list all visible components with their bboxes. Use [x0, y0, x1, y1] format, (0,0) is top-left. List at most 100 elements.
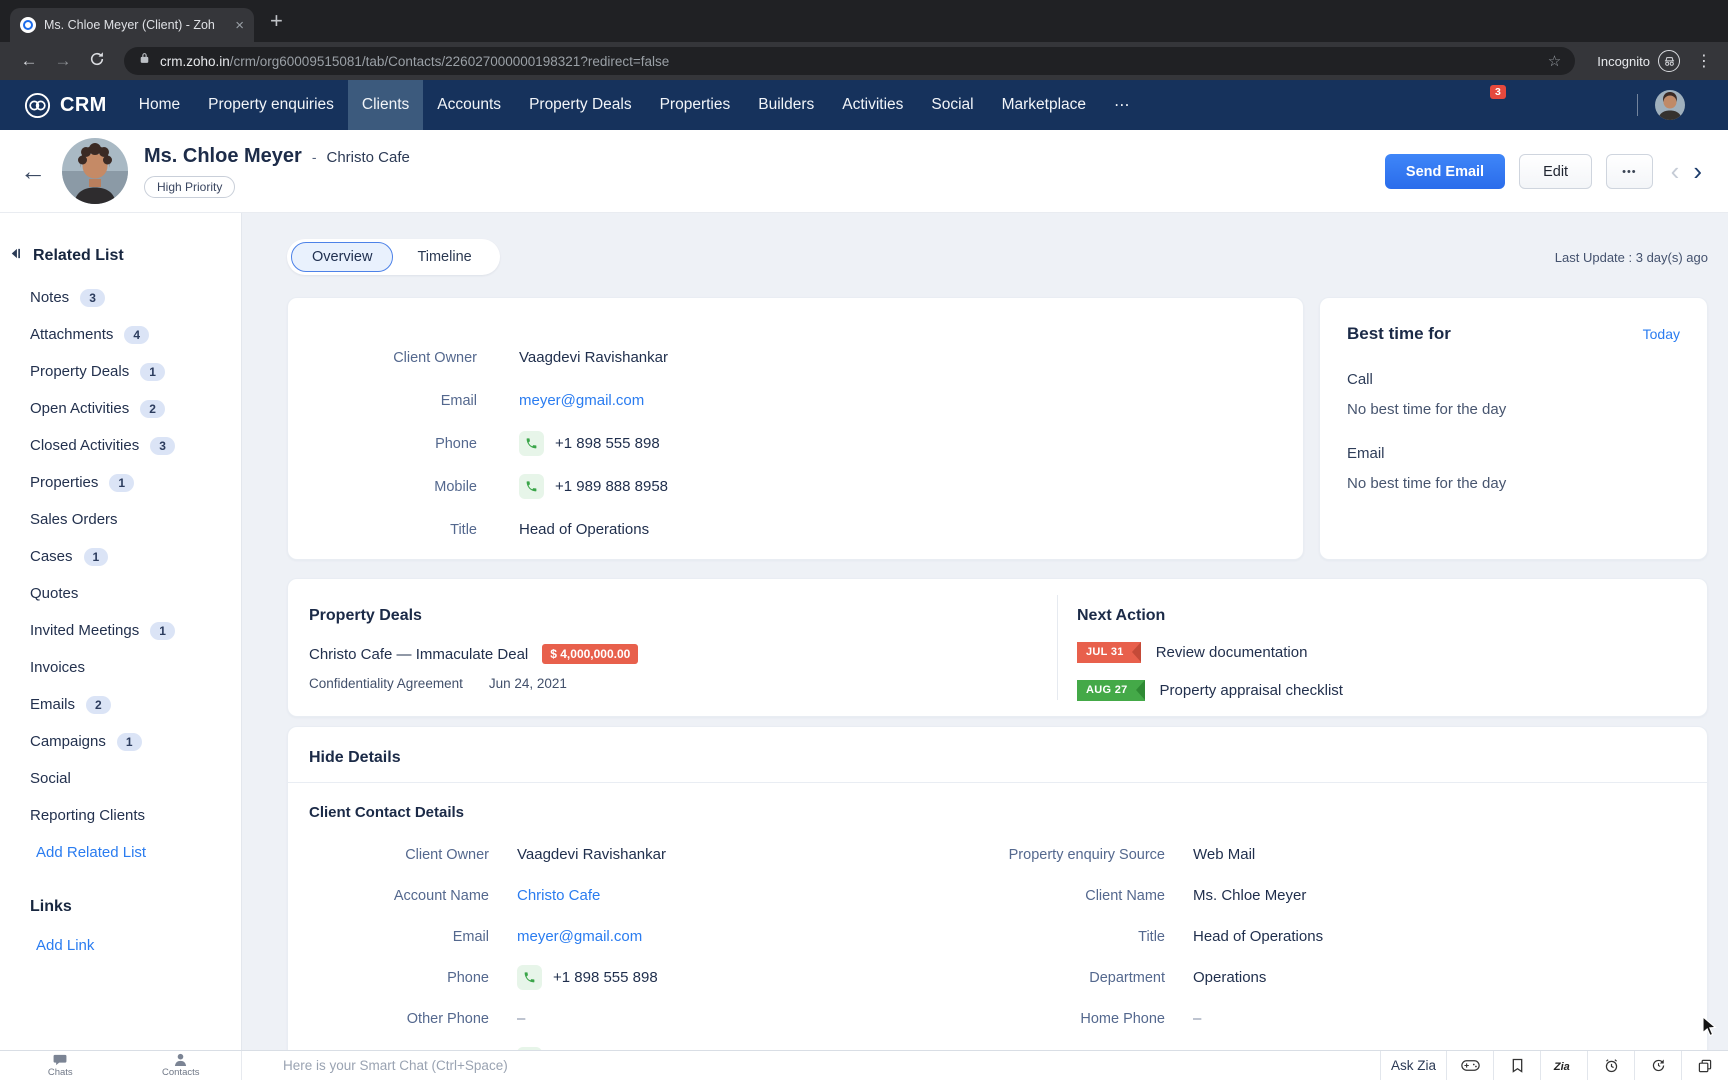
zia-icon[interactable]: Zia: [1540, 1051, 1587, 1080]
add-link-link[interactable]: Add Link: [0, 927, 241, 964]
notification-badge[interactable]: 3: [1490, 85, 1506, 99]
new-tab-button[interactable]: +: [270, 8, 283, 34]
nav-item-home[interactable]: Home: [125, 80, 194, 130]
hide-details-toggle[interactable]: Hide Details: [288, 727, 1707, 783]
related-list-title: Related List: [33, 247, 124, 265]
browser-reload-icon[interactable]: [82, 51, 112, 72]
next-action-item[interactable]: JUL 31Review documentation: [1077, 642, 1707, 663]
bookmark-icon[interactable]: [1493, 1051, 1540, 1080]
sidebar-item-property-deals[interactable]: Property Deals 1: [0, 353, 241, 390]
deal-name-link[interactable]: Christo Cafe — Immaculate Deal: [309, 646, 528, 663]
nav-item-property-enquiries[interactable]: Property enquiries: [194, 80, 348, 130]
deal-amount-badge: $ 4,000,000.00: [542, 644, 638, 664]
phone-icon[interactable]: [519, 431, 544, 456]
add-related-list-link[interactable]: Add Related List: [0, 834, 241, 871]
client-company[interactable]: Christo Cafe: [327, 149, 410, 166]
browser-forward-icon[interactable]: →: [48, 51, 78, 71]
due-date-ribbon: AUG 27: [1077, 680, 1145, 701]
nav-item-social[interactable]: Social: [917, 80, 987, 130]
field-value-email[interactable]: meyer@gmail.com: [517, 916, 899, 957]
sidebar-item-quotes[interactable]: Quotes: [0, 575, 241, 612]
record-header: ← Ms. Chloe Meyer - Christo Cafe High Pr…: [0, 130, 1728, 213]
next-action-title: Next Action: [1077, 607, 1707, 625]
phone-icon[interactable]: [517, 965, 542, 990]
address-bar[interactable]: crm.zoho.in/crm/org60009515081/tab/Conta…: [124, 47, 1575, 75]
nav-item-activities[interactable]: Activities: [828, 80, 917, 130]
copy-icon[interactable]: [1681, 1051, 1728, 1080]
back-arrow-icon[interactable]: ←: [20, 156, 46, 187]
gamepad-icon[interactable]: [1446, 1051, 1493, 1080]
count-badge: 1: [140, 363, 165, 381]
sidebar-item-invited-meetings[interactable]: Invited Meetings1: [0, 612, 241, 649]
bookmark-star-icon[interactable]: ☆: [1548, 52, 1561, 70]
best-time-today-link[interactable]: Today: [1643, 326, 1680, 342]
sidebar-item-properties[interactable]: Properties1: [0, 464, 241, 501]
history-icon[interactable]: [1634, 1051, 1681, 1080]
count-badge: 1: [150, 622, 175, 640]
nav-item-[interactable]: ⋯: [1100, 80, 1144, 130]
tab-close-icon[interactable]: ×: [235, 18, 244, 33]
chats-button[interactable]: Chats: [0, 1051, 121, 1080]
sidebar-item-social[interactable]: Social: [0, 760, 241, 797]
field-value-email[interactable]: meyer@gmail.com: [519, 392, 1303, 409]
sidebar-item-campaigns[interactable]: Campaigns1: [0, 723, 241, 760]
nav-item-marketplace[interactable]: Marketplace: [988, 80, 1100, 130]
field-value-client-name: Ms. Chloe Meyer: [1193, 875, 1707, 916]
field-value-account-name[interactable]: Christo Cafe: [517, 875, 899, 916]
app-navbar: CRM HomeProperty enquiriesClientsAccount…: [0, 80, 1728, 130]
priority-tag[interactable]: High Priority: [144, 176, 235, 198]
links-title: Links: [0, 887, 241, 927]
field-label-client-name: Client Name: [927, 875, 1165, 916]
details-card: Hide Details Client Contact Details Clie…: [287, 726, 1708, 1050]
tab-overview[interactable]: Overview: [291, 242, 393, 272]
browser-menu-icon[interactable]: ⋮: [1694, 51, 1714, 71]
sidebar-item-closed-activities[interactable]: Closed Activities3: [0, 427, 241, 464]
nav-item-property-deals[interactable]: Property Deals: [515, 80, 646, 130]
browser-back-icon[interactable]: ←: [14, 51, 44, 71]
count-badge: 3: [80, 289, 105, 307]
nav-item-properties[interactable]: Properties: [646, 80, 745, 130]
nav-item-clients[interactable]: Clients: [348, 80, 423, 130]
previous-record-icon[interactable]: ‹: [1671, 156, 1680, 187]
sidebar-item-label: Sales Orders: [30, 511, 118, 528]
sidebar-item-emails[interactable]: Emails2: [0, 686, 241, 723]
field-label-phone: Phone: [309, 957, 489, 998]
more-actions-button[interactable]: •••: [1606, 154, 1653, 189]
next-action-text: Property appraisal checklist: [1160, 682, 1343, 699]
field-value-other-phone: –: [517, 998, 899, 1039]
incognito-icon: [1658, 50, 1680, 72]
browser-tab[interactable]: Ms. Chloe Meyer (Client) - Zoh ×: [10, 8, 254, 42]
send-email-button[interactable]: Send Email: [1385, 154, 1505, 189]
property-deals-title: Property Deals: [309, 607, 1057, 625]
tab-timeline[interactable]: Timeline: [393, 243, 495, 271]
best-time-card: Best time for Today Call No best time fo…: [1319, 297, 1708, 560]
sidebar-item-label: Property Deals: [30, 363, 129, 380]
sidebar-item-cases[interactable]: Cases1: [0, 538, 241, 575]
nav-item-accounts[interactable]: Accounts: [423, 80, 515, 130]
edit-button[interactable]: Edit: [1519, 154, 1592, 189]
nav-item-builders[interactable]: Builders: [744, 80, 828, 130]
next-record-icon[interactable]: ›: [1693, 156, 1702, 187]
sidebar-item-open-activities[interactable]: Open Activities2: [0, 390, 241, 427]
client-photo: [62, 138, 128, 204]
ask-zia-button[interactable]: Ask Zia: [1380, 1051, 1446, 1080]
next-action-item[interactable]: AUG 27 Property appraisal checklist: [1077, 680, 1707, 701]
user-avatar[interactable]: [1655, 90, 1685, 120]
zoho-logo[interactable]: CRM: [24, 92, 107, 119]
field-label-title: Title: [927, 916, 1165, 957]
smart-chat-input[interactable]: Here is your Smart Chat (Ctrl+Space): [242, 1051, 1380, 1080]
field-value-property-enquiry-source: Web Mail: [1193, 834, 1707, 875]
phone-icon[interactable]: [519, 474, 544, 499]
sidebar-item-attachments[interactable]: Attachments4: [0, 316, 241, 353]
contacts-button[interactable]: Contacts: [121, 1051, 242, 1080]
sidebar-item-invoices[interactable]: Invoices: [0, 649, 241, 686]
collapse-panel-icon[interactable]: [9, 247, 22, 265]
sidebar-item-notes[interactable]: Notes 3: [0, 279, 241, 316]
field-label-client-owner: Client Owner: [309, 834, 489, 875]
sidebar-item-reporting-clients[interactable]: Reporting Clients: [0, 797, 241, 834]
count-badge: 4: [124, 326, 149, 344]
sidebar-item-sales-orders[interactable]: Sales Orders: [0, 501, 241, 538]
sidebar-item-label: Notes: [30, 289, 69, 306]
bottom-bar: Chats Contacts Here is your Smart Chat (…: [0, 1050, 1728, 1080]
alarm-icon[interactable]: [1587, 1051, 1634, 1080]
